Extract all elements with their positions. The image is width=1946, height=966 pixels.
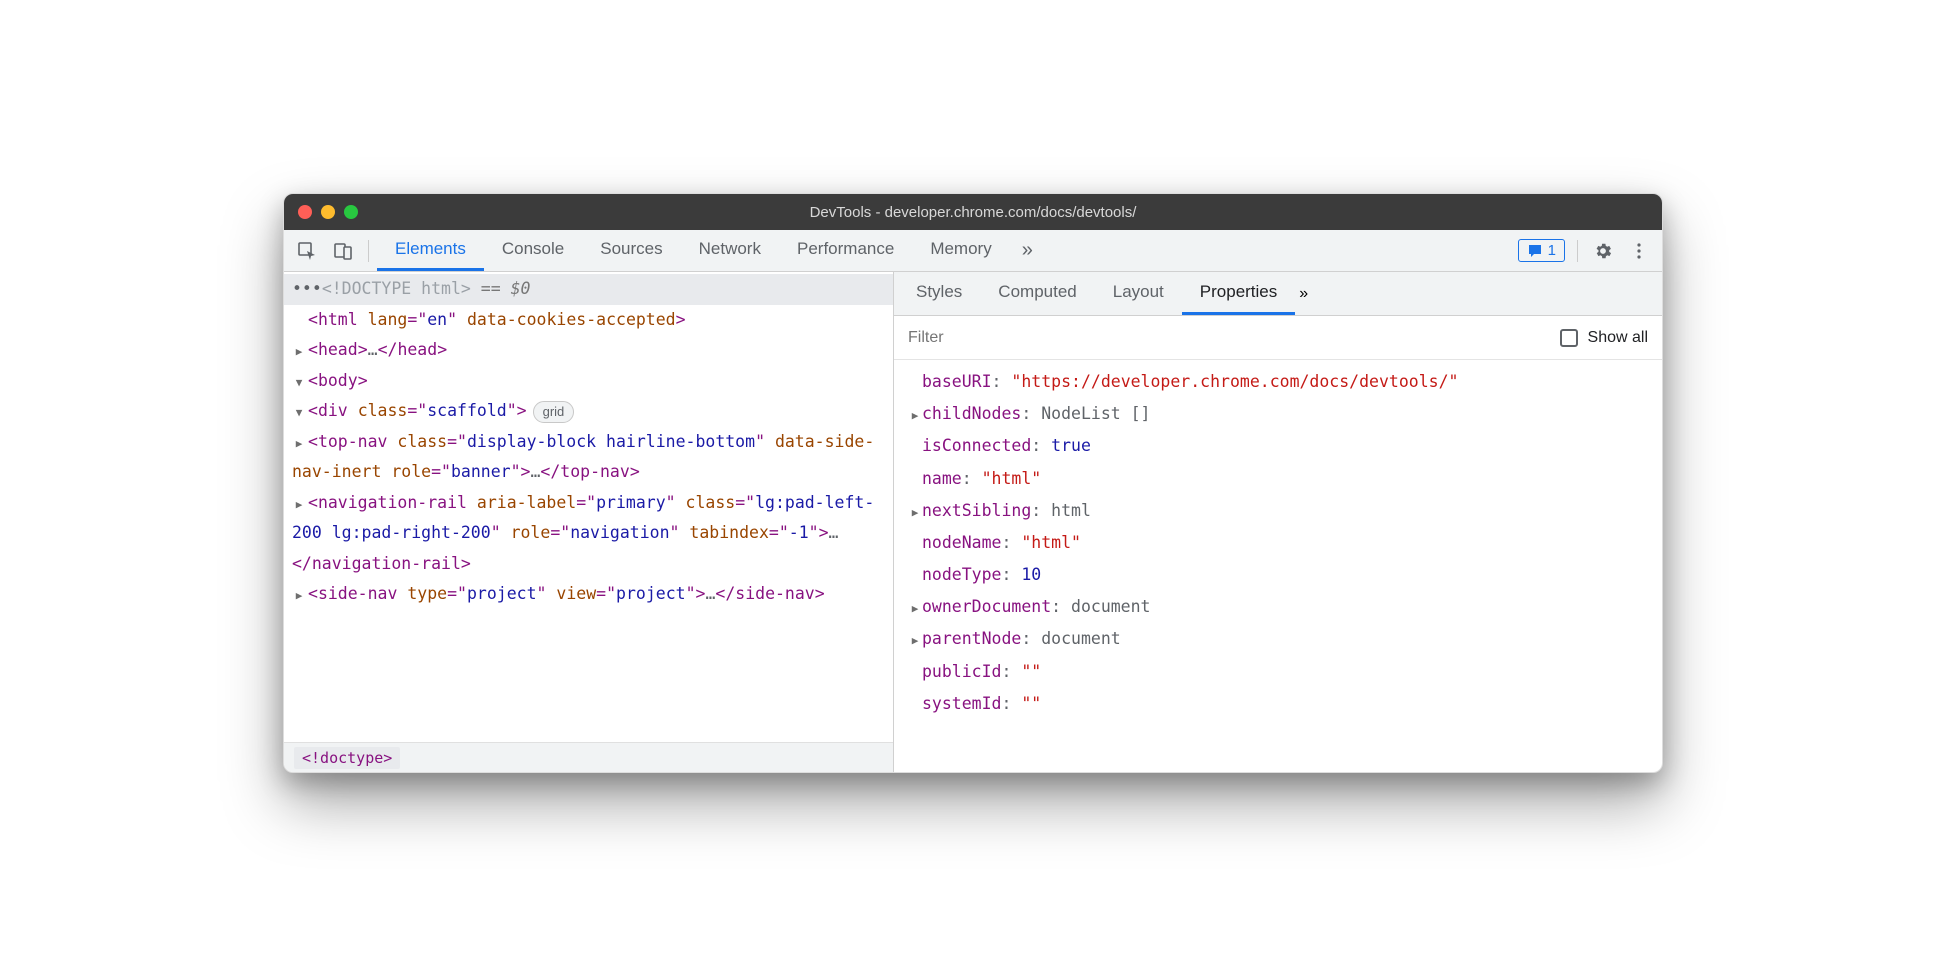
main-toolbar: ElementsConsoleSourcesNetworkPerformance… [284,230,1662,272]
titlebar: DevTools - developer.chrome.com/docs/dev… [284,194,1662,230]
main-panels: •••<!DOCTYPE html> == $0 <html lang="en"… [284,272,1662,772]
filter-input[interactable] [908,329,1550,347]
close-icon[interactable] [298,205,312,219]
more-tabs-icon[interactable]: » [1012,239,1043,262]
dom-node-topnav[interactable]: <top-nav class="display-block hairline-b… [284,427,893,488]
side-tab-styles[interactable]: Styles [898,272,980,315]
dom-node-sidenav[interactable]: <side-nav type="project" view="project">… [284,579,893,610]
property-row[interactable]: nextSibling: html [900,495,1656,527]
breadcrumb: <!doctype> [284,742,893,772]
properties-filter-row: Show all [894,316,1662,360]
main-tabs: ElementsConsoleSourcesNetworkPerformance… [377,230,1010,271]
side-tabs: StylesComputedLayoutProperties» [894,272,1662,316]
property-row[interactable]: isConnected: true [900,430,1656,462]
tab-elements[interactable]: Elements [377,230,484,271]
device-toolbar-icon[interactable] [326,234,360,268]
side-tab-computed[interactable]: Computed [980,272,1094,315]
side-tab-properties[interactable]: Properties [1182,272,1295,315]
issues-count: 1 [1548,242,1556,259]
separator [368,240,369,262]
property-row[interactable]: ownerDocument: document [900,591,1656,623]
show-all-checkbox[interactable] [1560,329,1578,347]
kebab-menu-icon[interactable] [1622,234,1656,268]
dom-node-scaffold[interactable]: <div class="scaffold">grid [284,396,893,427]
tab-sources[interactable]: Sources [582,230,680,271]
side-tab-layout[interactable]: Layout [1095,272,1182,315]
property-row[interactable]: childNodes: NodeList [] [900,398,1656,430]
property-row[interactable]: baseURI: "https://developer.chrome.com/d… [900,366,1656,398]
window-title: DevTools - developer.chrome.com/docs/dev… [284,204,1662,221]
inspect-element-icon[interactable] [290,234,324,268]
tab-performance[interactable]: Performance [779,230,912,271]
tab-console[interactable]: Console [484,230,582,271]
settings-icon[interactable] [1586,234,1620,268]
dom-node-body[interactable]: <body> [284,366,893,397]
dom-node-html[interactable]: <html lang="en" data-cookies-accepted> [284,305,893,336]
property-row[interactable]: nodeName: "html" [900,527,1656,559]
property-row[interactable]: systemId: "" [900,688,1656,720]
property-row[interactable]: nodeType: 10 [900,559,1656,591]
minimize-icon[interactable] [321,205,335,219]
tab-memory[interactable]: Memory [912,230,1009,271]
separator [1577,240,1578,262]
dom-tree[interactable]: •••<!DOCTYPE html> == $0 <html lang="en"… [284,272,893,742]
breadcrumb-item[interactable]: <!doctype> [294,747,400,769]
elements-panel: •••<!DOCTYPE html> == $0 <html lang="en"… [284,272,894,772]
property-row[interactable]: parentNode: document [900,623,1656,655]
dom-node-doctype[interactable]: •••<!DOCTYPE html> == $0 [284,274,893,305]
devtools-window: DevTools - developer.chrome.com/docs/dev… [283,193,1663,773]
properties-list[interactable]: baseURI: "https://developer.chrome.com/d… [894,360,1662,772]
more-side-tabs-icon[interactable]: » [1299,285,1308,303]
show-all-label[interactable]: Show all [1588,329,1648,347]
property-row[interactable]: name: "html" [900,463,1656,495]
property-row[interactable]: publicId: "" [900,656,1656,688]
side-panel: StylesComputedLayoutProperties» Show all… [894,272,1662,772]
tab-network[interactable]: Network [681,230,779,271]
zoom-icon[interactable] [344,205,358,219]
window-controls [298,205,358,219]
dom-node-navrail[interactable]: <navigation-rail aria-label="primary" cl… [284,488,893,580]
issues-button[interactable]: 1 [1518,239,1565,262]
dom-node-head[interactable]: <head>…</head> [284,335,893,366]
